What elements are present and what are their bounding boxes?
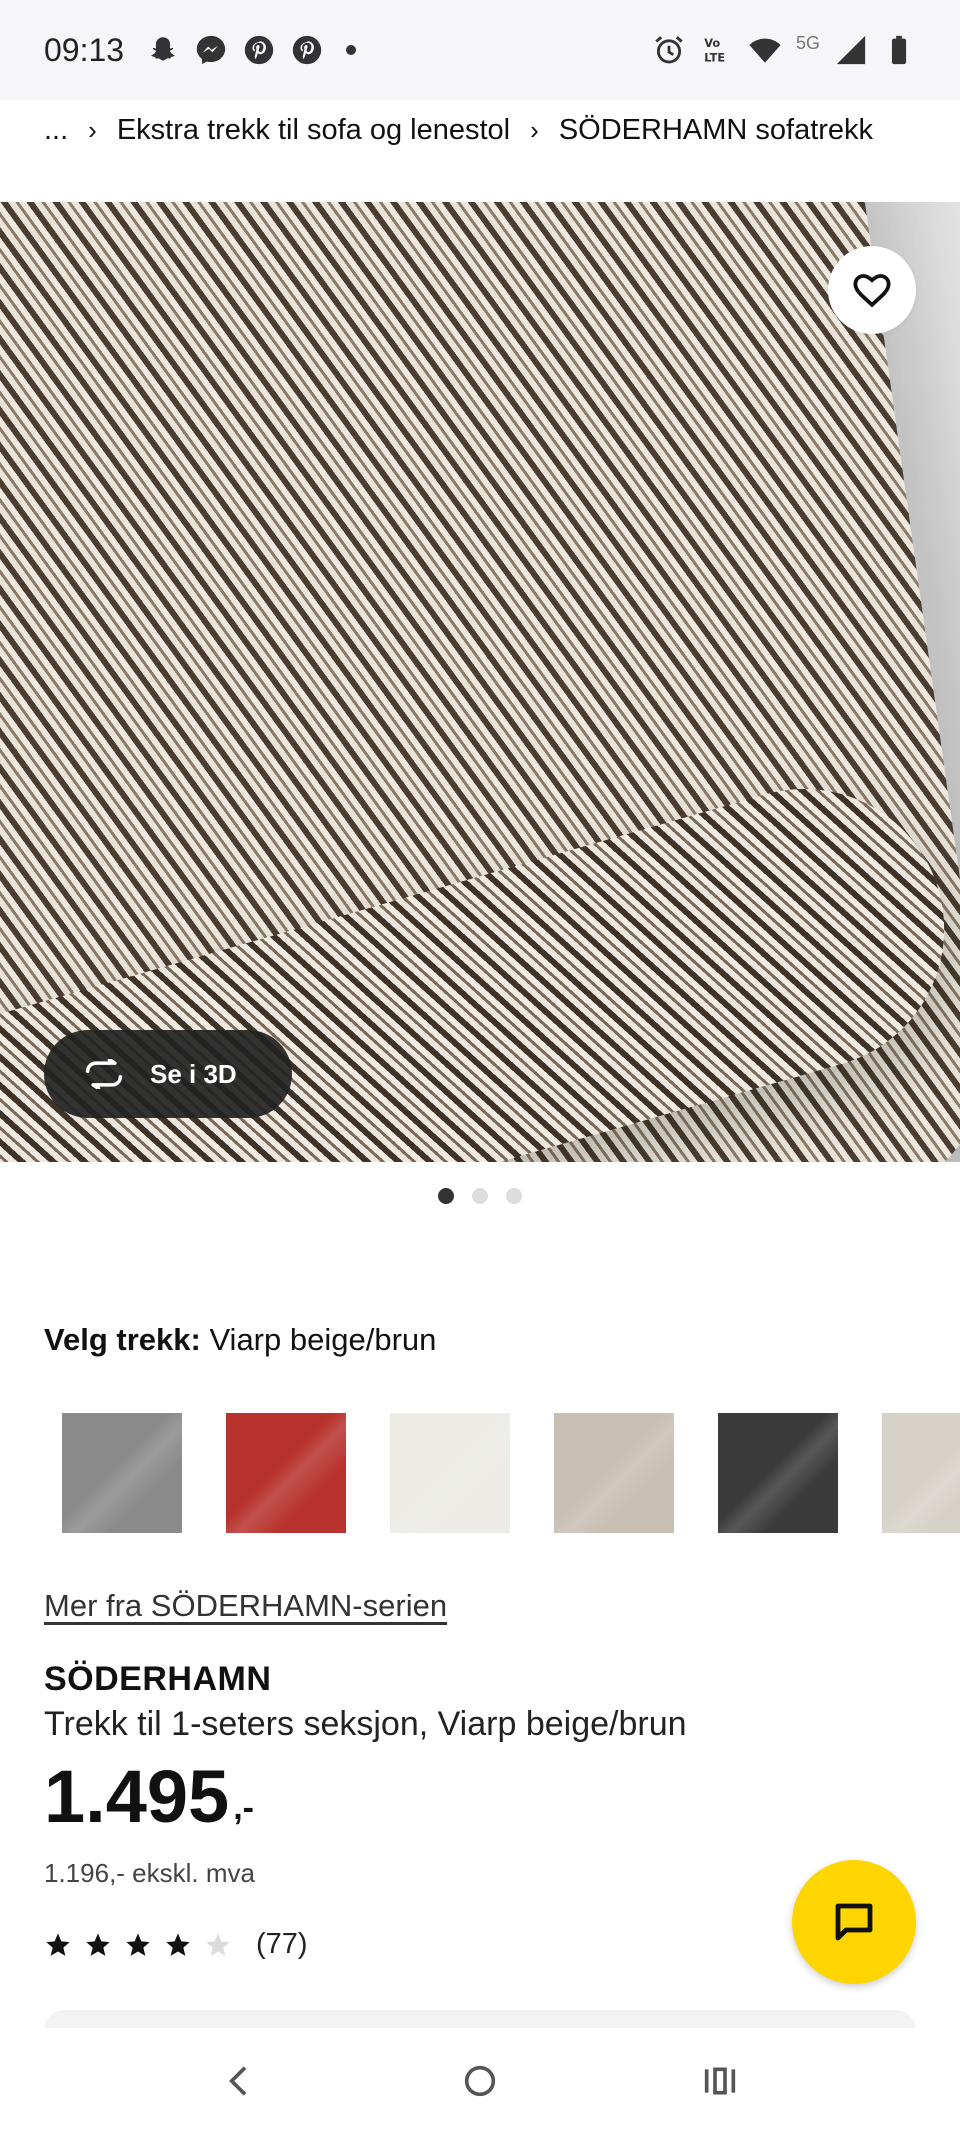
home-button[interactable]: [452, 2053, 508, 2109]
carousel-dots: [0, 1188, 960, 1204]
product-description: Trekk til 1-seters seksjon, Viarp beige/…: [44, 1705, 687, 1743]
svg-text:LTE: LTE: [704, 50, 725, 64]
price-integer: 1.495: [44, 1755, 230, 1838]
product-price: 1.495 ,-: [44, 1760, 254, 1834]
heart-icon: [853, 274, 891, 308]
series-link[interactable]: Mer fra SÖDERHAMN-serien: [44, 1588, 447, 1624]
carousel-dot-2[interactable]: [472, 1188, 488, 1204]
variant-label-row: Velg trekk: Viarp beige/brun: [44, 1322, 436, 1358]
breadcrumb-item-category[interactable]: Ekstra trekk til sofa og lenestol: [117, 114, 510, 147]
swatch-3[interactable]: [390, 1413, 510, 1533]
recents-button[interactable]: [692, 2053, 748, 2109]
network-type: 5G: [795, 32, 820, 53]
chat-icon: [835, 1903, 873, 1941]
back-icon: [229, 2066, 247, 2096]
product-brand: SÖDERHAMN: [44, 1660, 272, 1698]
status-icons-right: Vo LTE 5G: [652, 33, 916, 67]
chevron-right-icon: ›: [88, 114, 97, 145]
star-filled-icon: [46, 1932, 70, 1956]
pinterest-icon: [242, 33, 276, 67]
messenger-icon: [194, 33, 228, 67]
breadcrumb-ellipsis[interactable]: ...: [44, 114, 68, 147]
rating-row[interactable]: (77): [44, 1928, 308, 1961]
see-in-3d-button[interactable]: Se i 3D: [44, 1030, 292, 1118]
star-filled-icon: [126, 1932, 150, 1956]
volte-icon: Vo LTE: [700, 33, 734, 67]
back-button[interactable]: [212, 2053, 268, 2109]
price-suffix: ,-: [233, 1789, 254, 1827]
swatch-5[interactable]: [718, 1413, 838, 1533]
status-time: 09:13: [44, 31, 125, 68]
alarm-icon: [652, 33, 686, 67]
signal-icon: [834, 33, 868, 67]
snapchat-icon: [146, 33, 180, 67]
star-filled-icon: [166, 1932, 190, 1956]
swatch-2[interactable]: [226, 1413, 346, 1533]
carousel-dot-3[interactable]: [506, 1188, 522, 1204]
chevron-right-icon: ›: [530, 114, 539, 145]
rotate-3d-icon: [85, 1059, 123, 1089]
swatch-1[interactable]: [62, 1413, 182, 1533]
product-image-gallery[interactable]: Se i 3D: [0, 202, 960, 1162]
recents-icon: [704, 2067, 736, 2095]
star-filled-icon: [86, 1932, 110, 1956]
system-nav-bar: [0, 2028, 960, 2134]
variant-label: Velg trekk:: [44, 1322, 201, 1357]
battery-icon: [882, 33, 916, 67]
status-icons-left: [146, 33, 357, 67]
variant-swatches: [62, 1413, 960, 1533]
rating-stars: [44, 1931, 232, 1959]
price-excl-vat: 1.196,- ekskl. mva: [44, 1858, 255, 1888]
status-bar: 09:13 Vo LTE 5G: [0, 0, 960, 100]
swatch-4[interactable]: [554, 1413, 674, 1533]
chat-button[interactable]: [792, 1860, 916, 1984]
svg-text:Vo: Vo: [704, 36, 720, 50]
review-count: (77): [256, 1928, 308, 1960]
variant-selected: Viarp beige/brun: [209, 1322, 437, 1357]
carousel-dot-1[interactable]: [438, 1188, 454, 1204]
breadcrumb: ... › Ekstra trekk til sofa og lenestol …: [44, 108, 873, 152]
star-empty-icon: [206, 1932, 230, 1956]
favorite-button[interactable]: [828, 246, 916, 334]
pinterest-icon: [290, 33, 324, 67]
swatch-6[interactable]: [882, 1413, 960, 1533]
notification-dot-icon: [346, 45, 357, 55]
wifi-icon: [748, 33, 782, 67]
see-in-3d-label: Se i 3D: [150, 1058, 237, 1089]
breadcrumb-item-current[interactable]: SÖDERHAMN sofatrekk: [559, 114, 873, 147]
home-icon: [464, 2065, 496, 2097]
